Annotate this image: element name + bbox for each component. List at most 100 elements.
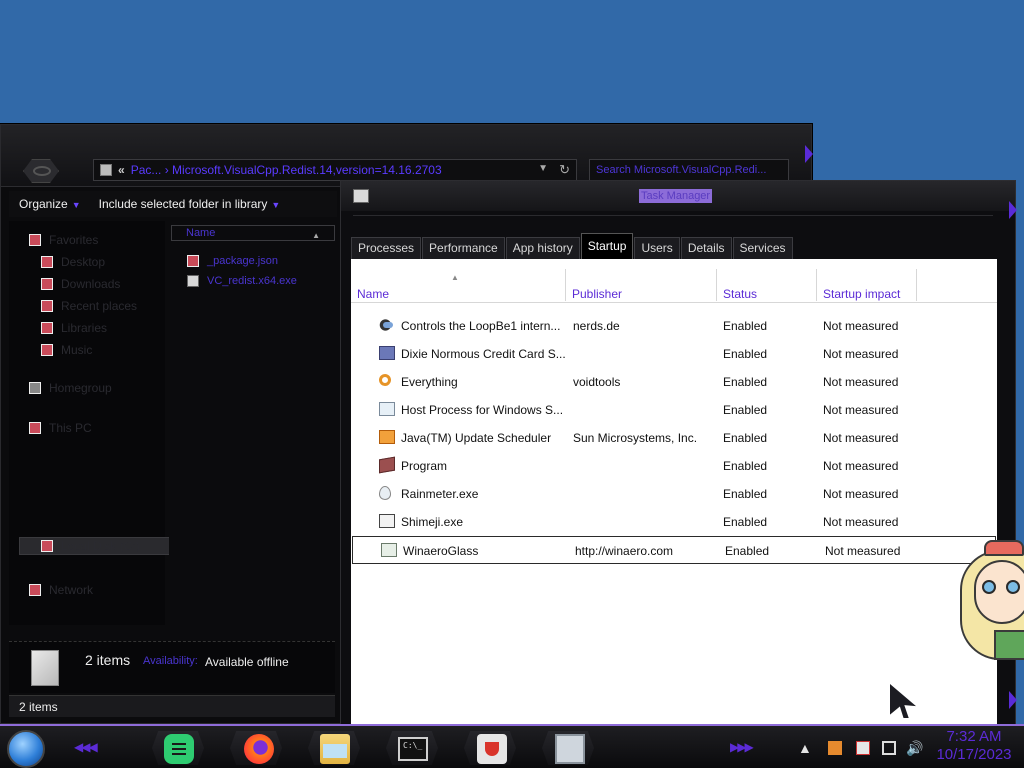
column-header-status[interactable]: Status — [717, 273, 817, 303]
system-clock[interactable]: 7:32 AM 10/17/2023 — [928, 728, 1020, 764]
row-status: Enabled — [723, 459, 768, 473]
command-prompt-icon[interactable] — [398, 737, 428, 761]
back-button[interactable] — [23, 159, 59, 183]
homegroup-icon — [29, 382, 41, 394]
folder-thumbnail-icon — [31, 650, 59, 686]
program-icon — [379, 456, 395, 474]
organize-button[interactable]: Organize ▼ — [19, 197, 81, 211]
task-manager-window: Task Manager Processes Performance App h… — [340, 180, 1017, 728]
tab-details[interactable]: Details — [680, 237, 732, 259]
nav-item-this-pc[interactable]: This PC — [29, 421, 92, 435]
search-input[interactable]: Search Microsoft.VisualCpp.Redi... — [589, 159, 789, 181]
row-impact: Not measured — [823, 319, 899, 333]
java-icon[interactable] — [477, 734, 507, 764]
tray-app-icon[interactable] — [828, 741, 842, 755]
availability-value: Available offline — [205, 655, 289, 669]
action-center-icon[interactable] — [856, 741, 870, 755]
row-name: Java(TM) Update Scheduler — [401, 431, 552, 445]
java-icon — [379, 430, 395, 444]
row-status: Enabled — [723, 431, 768, 445]
item-count: 2 items — [85, 652, 131, 668]
nav-item-homegroup[interactable]: Homegroup — [29, 381, 112, 395]
table-row[interactable]: Everything voidtools Enabled Not measure… — [351, 368, 997, 396]
row-status: Enabled — [723, 487, 768, 501]
nav-item[interactable]: Downloads — [41, 277, 120, 291]
computer-icon — [29, 422, 41, 434]
loopbe-icon — [379, 318, 395, 332]
resource-monitor-icon[interactable] — [555, 734, 585, 764]
menu-bar[interactable] — [353, 215, 993, 231]
network-icon — [29, 584, 41, 596]
row-publisher: Sun Microsystems, Inc. — [573, 431, 698, 445]
firefox-icon[interactable] — [244, 734, 274, 764]
file-list-pane[interactable]: Name ▲ _package.json VC_redist.x64.exe — [169, 221, 337, 625]
start-button[interactable] — [7, 730, 45, 768]
column-header-publisher[interactable]: Publisher — [566, 273, 716, 303]
address-path: Pac... › Microsoft.VisualCpp.Redist.14,v… — [130, 163, 442, 177]
volume-icon[interactable]: 🔊 — [906, 740, 923, 757]
name-column-header[interactable]: Name ▲ — [171, 225, 335, 241]
nav-item[interactable]: Music — [41, 343, 92, 357]
table-row-selected[interactable]: WinaeroGlass http://winaero.com Enabled … — [352, 536, 996, 564]
table-row[interactable]: Rainmeter.exe Enabled Not measured — [351, 480, 997, 508]
row-name: WinaeroGlass — [403, 544, 479, 558]
file-row[interactable]: _package.json — [187, 255, 278, 267]
shimeji-icon — [379, 514, 395, 528]
folder-icon — [41, 278, 53, 290]
explorer-toolbar: Organize ▼ Include selected folder in lib… — [9, 191, 337, 217]
refresh-icon[interactable]: ↻ — [559, 162, 570, 178]
sticky-notes-icon[interactable] — [164, 734, 194, 764]
status-bar: 2 items — [9, 695, 335, 717]
address-dropdown-icon[interactable]: ▼ — [538, 163, 548, 174]
table-row[interactable]: Program Enabled Not measured — [351, 452, 997, 480]
tab-users[interactable]: Users — [634, 237, 680, 259]
taskbar-ornament: ◀◀◀ — [74, 740, 98, 754]
dropdown-arrow-icon: ▼ — [271, 200, 281, 210]
table-row[interactable]: Dixie Normous Credit Card S... Enabled N… — [351, 340, 997, 368]
row-impact: Not measured — [823, 347, 899, 361]
startup-list[interactable]: ▲ Name Publisher Status Startup impact C… — [351, 259, 997, 727]
table-row[interactable]: Host Process for Windows S... Enabled No… — [351, 396, 997, 424]
taskbar: ◀◀◀ ▶▶▶ ▲ 🔊 7:32 AM 10/17/2023 — [0, 724, 1024, 768]
column-header-startup-impact[interactable]: Startup impact — [817, 273, 917, 303]
navigation-pane[interactable]: Favorites Desktop Downloads Recent place… — [9, 221, 171, 625]
nav-item-favorites[interactable]: Favorites — [29, 233, 98, 247]
nav-item[interactable]: Libraries — [41, 321, 107, 335]
nav-item-local-disk[interactable]: Local Disk (C:) — [41, 539, 140, 553]
task-manager-titlebar[interactable]: Task Manager — [341, 181, 1015, 211]
row-publisher: http://winaero.com — [575, 544, 674, 558]
credit-card-icon — [379, 346, 395, 360]
nav-item-network[interactable]: Network — [29, 583, 93, 597]
network-icon[interactable] — [882, 741, 896, 755]
row-impact: Not measured — [823, 375, 899, 389]
tab-services[interactable]: Services — [732, 237, 793, 259]
file-row[interactable]: VC_redist.x64.exe — [187, 275, 297, 287]
tab-performance[interactable]: Performance — [422, 237, 505, 259]
tab-startup[interactable]: Startup — [580, 233, 634, 259]
table-row[interactable]: Shimeji.exe Enabled Not measured — [351, 508, 997, 536]
sort-ascending-icon: ▲ — [312, 231, 320, 240]
address-chevron: « — [118, 163, 125, 177]
clock-date: 10/17/2023 — [936, 746, 1012, 763]
tab-app-history[interactable]: App history — [505, 237, 580, 259]
row-name: Everything — [401, 375, 458, 389]
nav-item[interactable]: Recent places — [41, 299, 137, 313]
table-row[interactable]: Java(TM) Update Scheduler Sun Microsyste… — [351, 424, 997, 452]
file-explorer-icon[interactable] — [320, 734, 350, 764]
row-impact: Not measured — [823, 459, 899, 473]
row-impact: Not measured — [823, 431, 899, 445]
task-manager-icon — [353, 189, 369, 203]
tab-processes[interactable]: Processes — [351, 237, 422, 259]
row-status: Enabled — [725, 544, 770, 558]
folder-icon — [41, 322, 53, 334]
show-hidden-icons-icon[interactable]: ▲ — [798, 740, 812, 756]
shimeji-character-image[interactable] — [960, 540, 1024, 660]
nav-item[interactable]: Desktop — [41, 255, 105, 269]
window-edge-ornament — [1009, 691, 1017, 709]
address-bar[interactable]: « Pac... › Microsoft.VisualCpp.Redist.14… — [93, 159, 577, 181]
row-impact: Not measured — [823, 515, 899, 529]
table-row[interactable]: Controls the LoopBe1 intern... nerds.de … — [351, 312, 997, 340]
column-header-name[interactable]: Name — [351, 273, 565, 303]
row-status: Enabled — [723, 375, 768, 389]
include-in-library-button[interactable]: Include selected folder in library ▼ — [99, 197, 281, 211]
